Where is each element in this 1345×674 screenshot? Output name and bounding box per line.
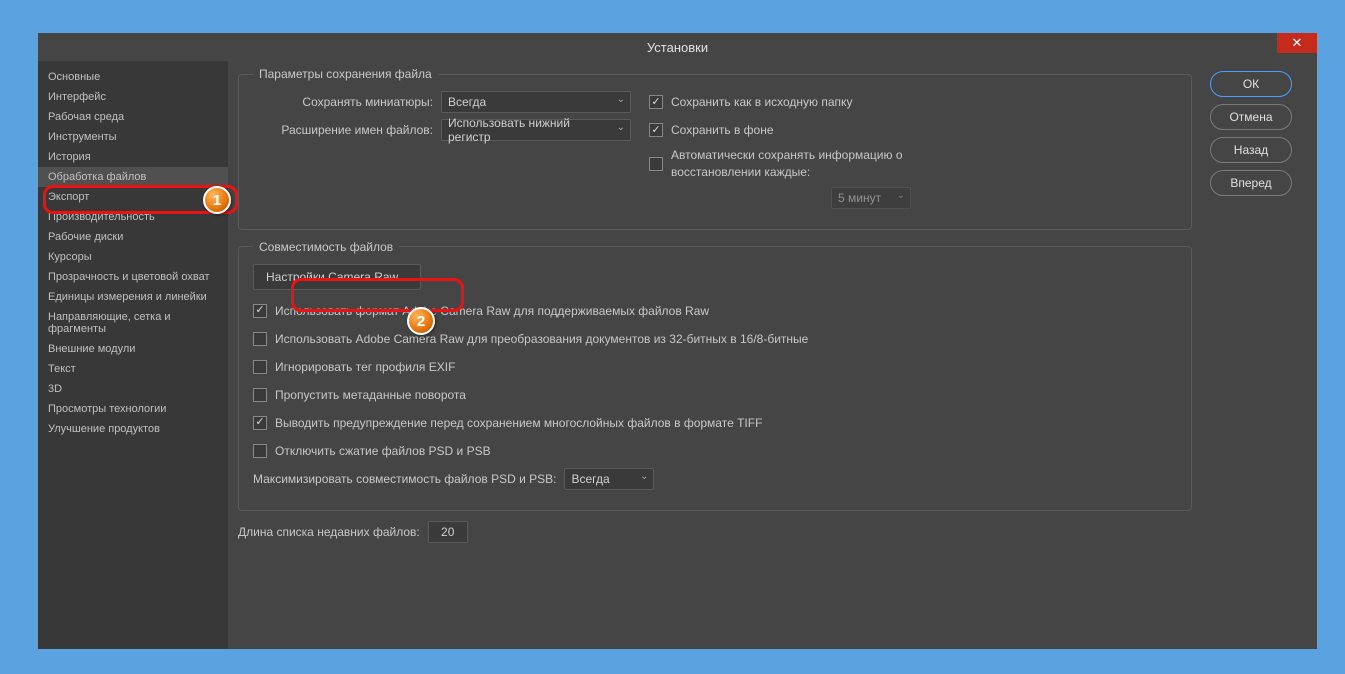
compat-label-3[interactable]: Пропустить метаданные поворота [275,388,466,402]
sidebar-item-17[interactable]: Улучшение продуктов [38,419,228,439]
save-original-folder-label[interactable]: Сохранить как в исходную папку [671,95,852,109]
sidebar-item-7[interactable]: Производительность [38,207,228,227]
compat-checkbox-1[interactable] [253,332,267,346]
sidebar-item-9[interactable]: Курсоры [38,247,228,267]
sidebar-item-15[interactable]: 3D [38,379,228,399]
max-compat-label: Максимизировать совместимость файлов PSD… [253,472,556,486]
sidebar-item-2[interactable]: Рабочая среда [38,107,228,127]
compat-checkbox-4[interactable] [253,416,267,430]
autosave-checkbox[interactable] [649,157,663,171]
compat-label-0[interactable]: Использовать формат Adobe Camera Raw для… [275,304,709,318]
main-panel: Параметры сохранения файла Сохранять мин… [228,61,1202,649]
preferences-window: Установки ✕ ОсновныеИнтерфейсРабочая сре… [38,33,1317,649]
thumbnail-label: Сохранять миниатюры: [253,95,433,109]
sidebar-item-14[interactable]: Текст [38,359,228,379]
window-title: Установки [647,40,708,55]
sidebar-item-6[interactable]: Экспорт [38,187,228,207]
recent-list-label: Длина списка недавних файлов: [238,525,420,539]
annotation-badge-2: 2 [407,307,435,335]
compat-label-2[interactable]: Игнорировать тег профиля EXIF [275,360,455,374]
titlebar: Установки ✕ [38,33,1317,61]
compat-checkbox-5[interactable] [253,444,267,458]
autosave-label[interactable]: Автоматически сохранять информацию о вос… [671,147,931,181]
sidebar-item-0[interactable]: Основные [38,67,228,87]
back-button[interactable]: Назад [1210,137,1292,163]
compat-checkbox-2[interactable] [253,360,267,374]
sidebar-item-8[interactable]: Рабочие диски [38,227,228,247]
save-background-checkbox[interactable] [649,123,663,137]
close-icon: ✕ [1292,35,1303,51]
compat-label-4[interactable]: Выводить предупреждение перед сохранение… [275,416,762,430]
cancel-button[interactable]: Отмена [1210,104,1292,130]
right-panel: ОК Отмена Назад Вперед [1202,61,1317,649]
close-button[interactable]: ✕ [1277,33,1317,53]
annotation-badge-1: 1 [203,186,231,214]
sidebar-item-12[interactable]: Направляющие, сетка и фрагменты [38,307,228,339]
sidebar-item-16[interactable]: Просмотры технологии [38,399,228,419]
sidebar-item-5[interactable]: Обработка файлов [38,167,228,187]
autosave-interval-select[interactable]: 5 минут [831,187,911,209]
ok-button[interactable]: ОК [1210,71,1292,97]
forward-button[interactable]: Вперед [1210,170,1292,196]
sidebar-item-13[interactable]: Внешние модули [38,339,228,359]
compat-label-5[interactable]: Отключить сжатие файлов PSD и PSB [275,444,491,458]
group-legend: Совместимость файлов [253,240,399,254]
ext-label: Расширение имен файлов: [253,123,433,137]
group-legend: Параметры сохранения файла [253,67,438,81]
sidebar-item-10[interactable]: Прозрачность и цветовой охват [38,267,228,287]
sidebar-item-1[interactable]: Интерфейс [38,87,228,107]
save-background-label[interactable]: Сохранить в фоне [671,123,774,137]
file-compatibility-group: Совместимость файлов Настройки Camera Ra… [238,240,1192,511]
max-compat-select[interactable]: Всегда [564,468,654,490]
file-save-options-group: Параметры сохранения файла Сохранять мин… [238,67,1192,230]
sidebar-item-4[interactable]: История [38,147,228,167]
recent-list-input[interactable] [428,521,468,543]
ext-select[interactable]: Использовать нижний регистр [441,119,631,141]
compat-checkbox-3[interactable] [253,388,267,402]
save-original-folder-checkbox[interactable] [649,95,663,109]
compat-checkbox-0[interactable] [253,304,267,318]
camera-raw-settings-button[interactable]: Настройки Camera Raw... [253,264,421,290]
thumbnail-select[interactable]: Всегда [441,91,631,113]
sidebar: ОсновныеИнтерфейсРабочая средаИнструмент… [38,61,228,649]
sidebar-item-3[interactable]: Инструменты [38,127,228,147]
sidebar-item-11[interactable]: Единицы измерения и линейки [38,287,228,307]
compat-label-1[interactable]: Использовать Adobe Camera Raw для преобр… [275,332,808,346]
